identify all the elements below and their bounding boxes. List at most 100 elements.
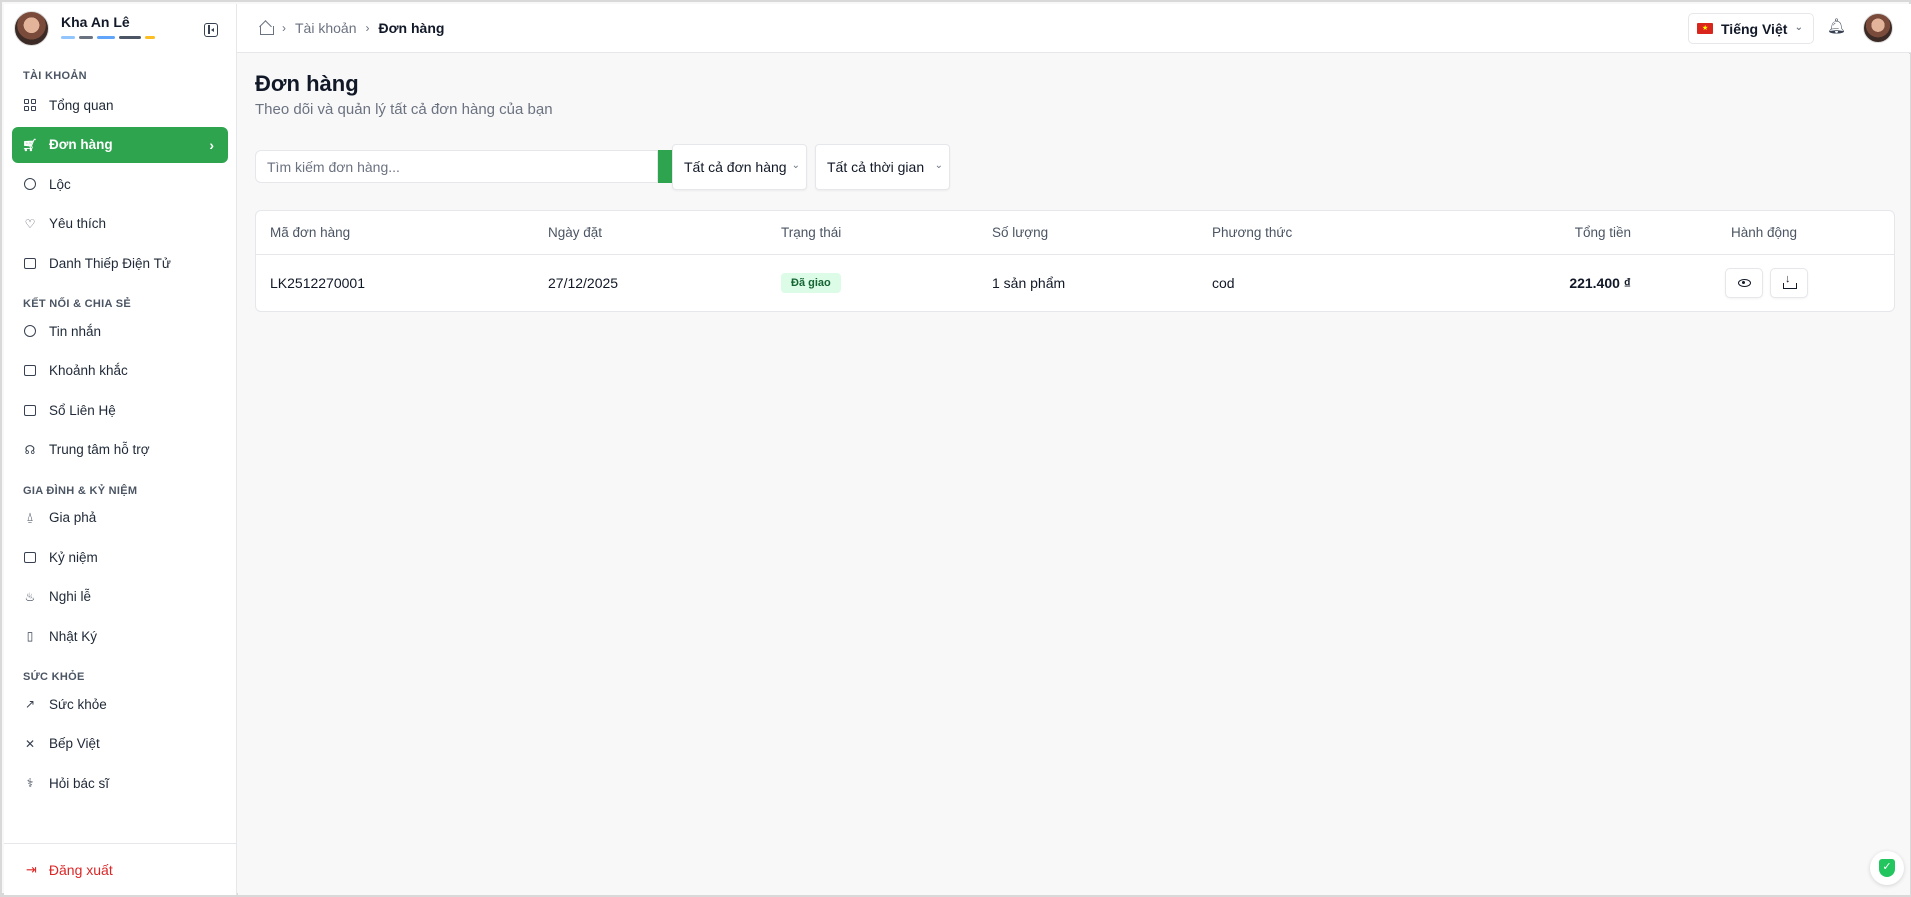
app-frame: Kha An Lê TÀI KHOẢN Tổng quan 🛒︎ Đơn hàn… <box>0 0 1911 897</box>
sidebar-item-label: Khoảnh khắc <box>49 363 128 378</box>
status-cell: Đã giao <box>781 255 841 311</box>
sidebar-item-support[interactable]: ☊ Trung tâm hỗ trợ <box>12 432 228 468</box>
sidebar-item-label: Đơn hàng <box>49 137 113 152</box>
language-label: Tiếng Việt <box>1721 20 1788 37</box>
profile-decoration <box>61 35 155 39</box>
account-avatar[interactable] <box>1863 13 1893 43</box>
user-avatar[interactable] <box>14 10 49 46</box>
section-label-health: SỨC KHỎE <box>23 671 85 683</box>
time-filter-select[interactable]: Tất cả thời gian ⌄ <box>815 144 950 190</box>
sidebar-item-label: Nghi lễ <box>49 589 92 604</box>
section-label-family: GIA ĐÌNH & KỶ NIỆM <box>23 484 138 497</box>
view-order-button[interactable] <box>1725 268 1763 298</box>
sidebar-item-business-card[interactable]: Danh Thiếp Điện Tử <box>12 245 228 281</box>
page-title: Đơn hàng <box>255 71 359 96</box>
sidebar-item-family-tree[interactable]: ⍙ Gia phả <box>12 500 228 536</box>
stethoscope-icon: ⚕ <box>26 776 34 790</box>
images-icon <box>23 364 37 378</box>
order-total: 221.400 ₫ <box>1569 275 1631 291</box>
order-search-input[interactable] <box>255 150 658 183</box>
sidebar-item-overview[interactable]: Tổng quan <box>12 87 228 123</box>
sidebar-item-label: Nhật Ký <box>49 628 98 644</box>
contacts-icon <box>23 403 37 417</box>
sidebar-item-label: Lộc <box>49 176 71 192</box>
chevron-right-icon: › <box>282 21 286 35</box>
shield-check-icon: ✓ <box>1879 859 1895 877</box>
sidebar-item-messages[interactable]: Tin nhắn <box>12 313 228 349</box>
sidebar-item-orders[interactable]: 🛒︎ Đơn hàng › <box>12 126 228 163</box>
sidebar-item-label: Sức khỏe <box>49 696 107 712</box>
row-actions <box>1725 255 1815 311</box>
family-tree-icon: ⍙ <box>26 510 34 524</box>
sidebar-item-label: Hỏi bác sĩ <box>49 775 110 791</box>
page-subtitle: Theo dõi và quản lý tất cả đơn hàng của … <box>255 101 553 118</box>
order-quantity: 1 sản phẩm <box>992 275 1066 291</box>
chevron-down-icon: ⌄ <box>934 160 943 171</box>
download-icon <box>1783 273 1797 289</box>
sidebar-item-favorites[interactable]: ♡ Yêu thích <box>12 206 228 242</box>
breadcrumb: › Tài khoản › Đơn hàng <box>259 20 444 36</box>
sidebar-item-ask-doctor[interactable]: ⚕ Hỏi bác sĩ <box>12 765 228 801</box>
column-header-order-id: Mã đơn hàng <box>270 225 351 240</box>
column-header-date: Ngày đặt <box>548 225 603 240</box>
status-filter-value: Tất cả đơn hàng <box>684 159 787 175</box>
sidebar-item-diary[interactable]: ▯ Nhật Ký <box>12 618 228 654</box>
coin-icon <box>23 177 37 191</box>
trending-up-icon: ↗ <box>24 697 36 711</box>
id-card-icon <box>23 256 37 270</box>
payment-method: cod <box>1212 275 1235 291</box>
order-id: LK2512270001 <box>270 275 365 291</box>
profile-header[interactable]: Kha An Lê <box>4 4 236 52</box>
chevron-down-icon: ⌄ <box>1794 22 1803 33</box>
sidebar-item-label: Kỷ niệm <box>49 549 98 565</box>
eye-icon <box>1737 279 1751 287</box>
sidebar-collapse-icon[interactable] <box>204 23 218 37</box>
status-filter-select[interactable]: Tất cả đơn hàng ⌄ <box>672 144 807 190</box>
sidebar-item-label: Danh Thiếp Điện Tử <box>49 255 171 271</box>
top-bar: › Tài khoản › Đơn hàng Tiếng Việt ⌄ 🔔︎ <box>237 4 1911 53</box>
sidebar-nav: TÀI KHOẢN Tổng quan 🛒︎ Đơn hàng › Lộc ♡ … <box>4 52 236 835</box>
orders-table: Mã đơn hàng Ngày đặt Trạng thái Số lượng… <box>255 210 1895 312</box>
sidebar-item-label: Tổng quan <box>49 97 114 113</box>
user-name: Kha An Lê <box>61 13 130 30</box>
home-icon[interactable] <box>259 21 274 35</box>
bell-icon[interactable]: 🔔︎ <box>1827 17 1846 35</box>
dashboard-icon <box>23 98 37 112</box>
column-header-actions: Hành động <box>1731 225 1798 240</box>
sidebar-item-loc[interactable]: Lộc <box>12 166 228 202</box>
column-header-status: Trạng thái <box>781 225 842 240</box>
utensils-icon: ✕ <box>24 736 36 751</box>
message-icon <box>23 324 37 338</box>
security-shield-button[interactable]: ✓ <box>1870 851 1904 885</box>
profile-info: Kha An Lê <box>61 14 155 39</box>
language-selector[interactable]: Tiếng Việt ⌄ <box>1688 13 1814 44</box>
calendar-heart-icon <box>23 550 37 564</box>
sidebar-item-memories[interactable]: Kỷ niệm <box>12 539 228 575</box>
breadcrumb-parent[interactable]: Tài khoản <box>295 20 356 36</box>
sidebar-item-kitchen[interactable]: ✕ Bếp Việt <box>12 726 228 762</box>
column-header-total: Tổng tiền <box>1574 225 1631 240</box>
table-row[interactable]: LK2512270001 27/12/2025 Đã giao 1 sản ph… <box>256 255 1894 311</box>
sidebar-item-rituals[interactable]: ♨ Nghi lễ <box>12 579 228 615</box>
sidebar-item-label: Trung tâm hỗ trợ <box>49 442 150 457</box>
chevron-right-icon: › <box>365 21 370 35</box>
sidebar-item-label: Bếp Việt <box>49 736 100 751</box>
sidebar-item-moments[interactable]: Khoảnh khắc <box>12 353 228 389</box>
book-icon: ▯ <box>26 629 34 643</box>
breadcrumb-current: Đơn hàng <box>378 20 445 36</box>
column-header-quantity: Số lượng <box>992 225 1049 240</box>
chevron-down-icon: ⌄ <box>791 160 800 171</box>
section-label-connect: KẾT NỐI & CHIA SẺ <box>23 298 131 310</box>
main-content: Đơn hàng Theo dõi và quản lý tất cả đơn … <box>238 54 1910 895</box>
logout-button[interactable]: ⇥ Đăng xuất <box>4 843 236 895</box>
section-label-account: TÀI KHOẢN <box>23 70 87 82</box>
flame-icon: ♨ <box>24 589 36 604</box>
column-header-method: Phương thức <box>1212 225 1293 240</box>
sidebar-item-label: Tin nhắn <box>49 323 102 339</box>
sidebar-item-contacts[interactable]: Sổ Liên Hệ <box>12 392 228 428</box>
download-invoice-button[interactable] <box>1770 268 1808 298</box>
headset-icon: ☊ <box>24 442 36 457</box>
chevron-right-icon: › <box>209 136 214 153</box>
sidebar-item-health[interactable]: ↗ Sức khỏe <box>12 686 228 722</box>
sidebar: Kha An Lê TÀI KHOẢN Tổng quan 🛒︎ Đơn hàn… <box>4 4 237 895</box>
